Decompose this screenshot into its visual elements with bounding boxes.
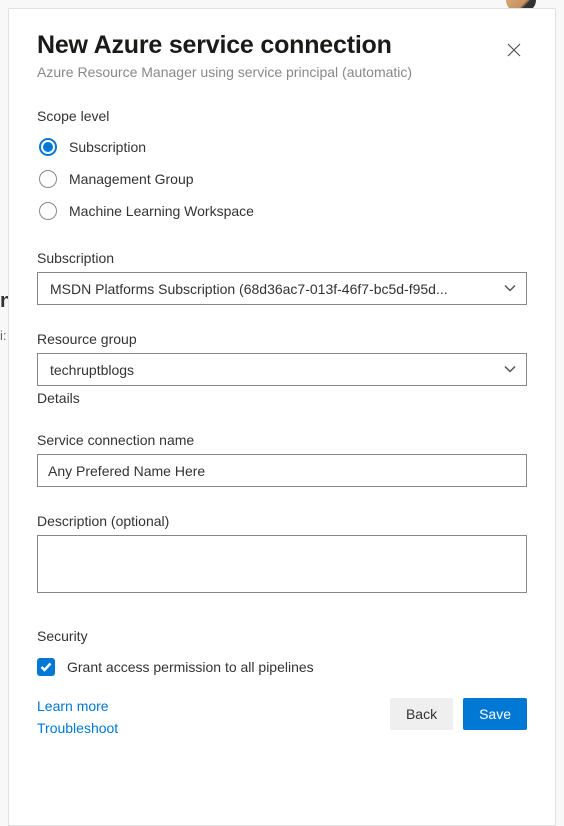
- dialog-panel: New Azure service connection Azure Resou…: [8, 8, 556, 826]
- chevron-down-icon: [504, 281, 516, 297]
- radio-management-group[interactable]: Management Group: [39, 170, 527, 188]
- close-icon: [507, 44, 521, 60]
- radio-ml-workspace[interactable]: Machine Learning Workspace: [39, 202, 527, 220]
- scope-radio-group: Subscription Management Group Machine Le…: [39, 138, 527, 220]
- service-connection-name-label: Service connection name: [37, 432, 527, 448]
- radio-icon: [39, 202, 57, 220]
- save-button[interactable]: Save: [463, 698, 527, 730]
- chevron-down-icon: [504, 362, 516, 378]
- subscription-dropdown[interactable]: MSDN Platforms Subscription (68d36ac7-01…: [37, 272, 527, 305]
- close-button[interactable]: [501, 37, 527, 65]
- service-connection-name-input[interactable]: [37, 454, 527, 487]
- scope-level-label: Scope level: [37, 108, 527, 124]
- description-label: Description (optional): [37, 513, 527, 529]
- back-button[interactable]: Back: [390, 698, 453, 730]
- dialog-title: New Azure service connection: [37, 31, 412, 60]
- radio-icon: [39, 138, 57, 156]
- security-label: Security: [37, 628, 527, 644]
- learn-more-link[interactable]: Learn more: [37, 698, 118, 714]
- troubleshoot-link[interactable]: Troubleshoot: [37, 720, 118, 736]
- radio-subscription[interactable]: Subscription: [39, 138, 527, 156]
- checkbox-icon: [37, 658, 55, 676]
- subscription-label: Subscription: [37, 250, 527, 266]
- checkbox-label: Grant access permission to all pipelines: [67, 659, 314, 675]
- resource-group-dropdown[interactable]: techruptblogs: [37, 353, 527, 386]
- radio-icon: [39, 170, 57, 188]
- resource-group-label: Resource group: [37, 331, 527, 347]
- radio-label: Management Group: [69, 171, 194, 187]
- description-textarea[interactable]: [37, 535, 527, 593]
- grant-access-checkbox[interactable]: Grant access permission to all pipelines: [37, 658, 527, 676]
- details-label: Details: [37, 390, 527, 406]
- subscription-value: MSDN Platforms Subscription (68d36ac7-01…: [50, 281, 490, 297]
- radio-label: Machine Learning Workspace: [69, 203, 254, 219]
- dialog-subtitle: Azure Resource Manager using service pri…: [37, 64, 412, 80]
- resource-group-value: techruptblogs: [50, 362, 490, 378]
- radio-label: Subscription: [69, 139, 146, 155]
